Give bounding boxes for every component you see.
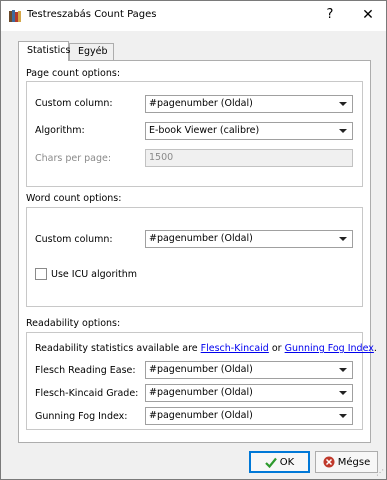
cancel-button-label: Mégse xyxy=(337,456,371,468)
word-custom-column-label: Custom column: xyxy=(35,234,113,245)
dropdown-arrow-icon xyxy=(339,102,347,106)
gunning-fog-index-select[interactable]: #pagenumber (Oldal) xyxy=(145,407,353,425)
cancel-x-icon xyxy=(323,456,335,468)
tab-egyeb[interactable]: Egyéb xyxy=(69,43,114,60)
flesch-reading-ease-select[interactable]: #pagenumber (Oldal) xyxy=(145,361,353,379)
cancel-button[interactable]: Mégse xyxy=(315,451,378,473)
checkmark-icon xyxy=(265,457,277,468)
gunning-fog-index-label: Gunning Fog Index: xyxy=(35,411,128,422)
window-title: Testreszabás Count Pages xyxy=(27,9,157,20)
readability-intro-or: or xyxy=(268,343,285,354)
flesch-kincaid-grade-value: #pagenumber (Oldal) xyxy=(149,387,253,398)
calibre-app-icon xyxy=(9,10,21,22)
word-count-group xyxy=(26,207,363,307)
gunning-fog-index-value: #pagenumber (Oldal) xyxy=(149,410,253,421)
flesch-kincaid-grade-select[interactable]: #pagenumber (Oldal) xyxy=(145,384,353,402)
dropdown-arrow-icon xyxy=(339,129,347,133)
readability-intro-prefix: Readability statistics available are xyxy=(35,343,201,354)
word-custom-column-select[interactable]: #pagenumber (Oldal) xyxy=(145,230,353,248)
dropdown-arrow-icon xyxy=(339,414,347,418)
algorithm-select[interactable]: E-book Viewer (calibre) xyxy=(145,122,353,140)
page-custom-column-select[interactable]: #pagenumber (Oldal) xyxy=(145,95,353,113)
page-count-section-title: Page count options: xyxy=(26,68,121,79)
flesch-kincaid-grade-label: Flesch-Kincaid Grade: xyxy=(35,388,139,399)
algorithm-label: Algorithm: xyxy=(35,125,85,136)
algorithm-value: E-book Viewer (calibre) xyxy=(149,125,260,136)
page-custom-column-value: #pagenumber (Oldal) xyxy=(149,98,253,109)
statistics-panel: Page count options: Custom column: #page… xyxy=(18,60,377,443)
flesch-reading-ease-label: Flesch Reading Ease: xyxy=(35,365,136,376)
word-custom-column-value: #pagenumber (Oldal) xyxy=(149,233,253,244)
gunning-fog-link[interactable]: Gunning Fog Index xyxy=(285,343,374,354)
tab-statistics[interactable]: Statistics xyxy=(18,41,70,61)
flesch-kincaid-link[interactable]: Flesch-Kincaid xyxy=(201,343,269,354)
ok-button[interactable]: OK xyxy=(249,451,310,473)
icu-algorithm-checkbox[interactable] xyxy=(35,268,47,280)
chars-per-page-input[interactable]: 1500 xyxy=(145,149,353,167)
word-count-section-title: Word count options: xyxy=(26,193,122,204)
dropdown-arrow-icon xyxy=(339,237,347,241)
ok-button-label: OK xyxy=(279,456,295,468)
readability-intro-suffix: . xyxy=(373,343,377,354)
flesch-reading-ease-value: #pagenumber (Oldal) xyxy=(149,364,253,375)
dropdown-arrow-icon xyxy=(339,391,347,395)
close-button[interactable]: ✕ xyxy=(351,3,385,27)
readability-section-title: Readability options: xyxy=(26,318,121,329)
icu-algorithm-label[interactable]: Use ICU algorithm xyxy=(51,269,137,280)
title-bar[interactable]: Testreszabás Count Pages ? ✕ xyxy=(1,1,386,31)
page-custom-column-label: Custom column: xyxy=(35,98,113,109)
dialog-window: Testreszabás Count Pages ? ✕ Statistics … xyxy=(0,0,387,480)
chars-per-page-label: Chars per page: xyxy=(35,153,112,164)
dropdown-arrow-icon xyxy=(339,368,347,372)
resize-grip-icon[interactable]: ⋰ xyxy=(376,468,384,477)
readability-intro: Readability statistics available are Fle… xyxy=(35,343,377,354)
help-button[interactable]: ? xyxy=(317,3,343,27)
